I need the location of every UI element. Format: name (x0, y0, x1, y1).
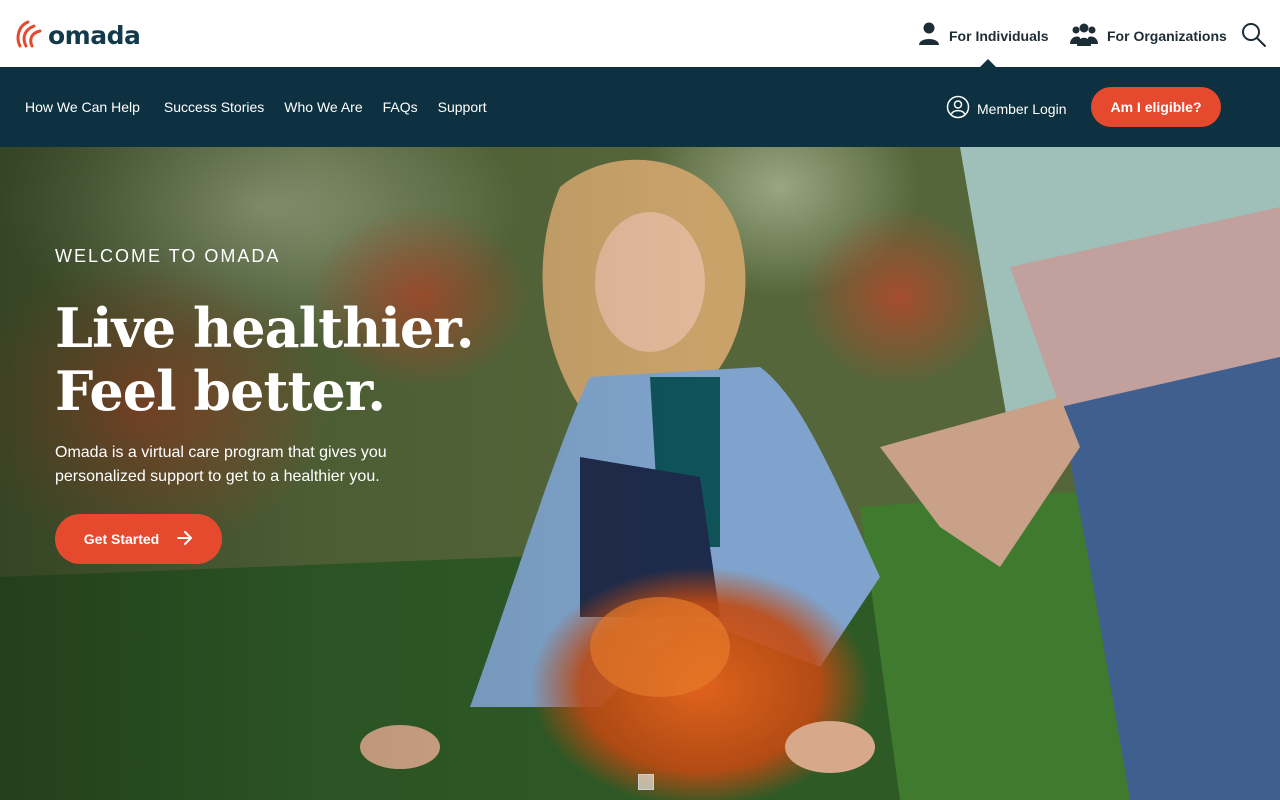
get-started-button[interactable]: Get Started (55, 514, 222, 564)
hero-section: WELCOME TO OMADA Live healthier. Feel be… (0, 147, 1280, 800)
headline-line-2: Feel better. (55, 359, 386, 423)
search-button[interactable] (1240, 21, 1268, 49)
omada-logo-icon (14, 18, 42, 53)
active-tab-indicator (980, 59, 996, 67)
hero-eyebrow: WELCOME TO OMADA (55, 246, 281, 266)
hero-subtext: Omada is a virtual care program that giv… (55, 444, 387, 485)
person-icon (918, 22, 940, 49)
am-i-eligible-button[interactable]: Am I eligible? (1091, 87, 1221, 127)
nav-faqs[interactable]: FAQs (383, 99, 418, 115)
group-icon (1070, 22, 1098, 49)
member-login-label: Member Login (977, 100, 1067, 117)
nav-success-stories[interactable]: Success Stories (164, 99, 264, 115)
nav-how-we-can-help[interactable]: How We Can Help (25, 99, 140, 115)
for-organizations-label: For Organizations (1107, 27, 1227, 44)
broken-image-icon (638, 774, 654, 790)
omada-logo[interactable]: omada (14, 18, 141, 53)
for-organizations-link[interactable]: For Organizations (1070, 22, 1227, 49)
logo-wordmark: omada (48, 21, 141, 50)
arrow-right-icon (177, 530, 193, 548)
for-individuals-label: For Individuals (949, 27, 1049, 44)
main-navigation: How We Can Help Success Stories Who We A… (0, 67, 1280, 147)
get-started-label: Get Started (83, 531, 160, 547)
search-icon (1240, 23, 1268, 53)
nav-who-we-are[interactable]: Who We Are (284, 99, 362, 115)
nav-links: How We Can Help Success Stories Who We A… (25, 67, 507, 147)
headline-line-1: Live healthier. (55, 296, 475, 360)
nav-support[interactable]: Support (438, 99, 487, 115)
hero-headline: Live healthier. Feel better. (55, 296, 475, 423)
for-individuals-link[interactable]: For Individuals (918, 22, 1049, 49)
user-circle-icon (946, 95, 970, 122)
member-login-link[interactable]: Member Login (946, 95, 1067, 122)
top-utility-bar: omada For Individuals For Organizations (0, 0, 1280, 67)
